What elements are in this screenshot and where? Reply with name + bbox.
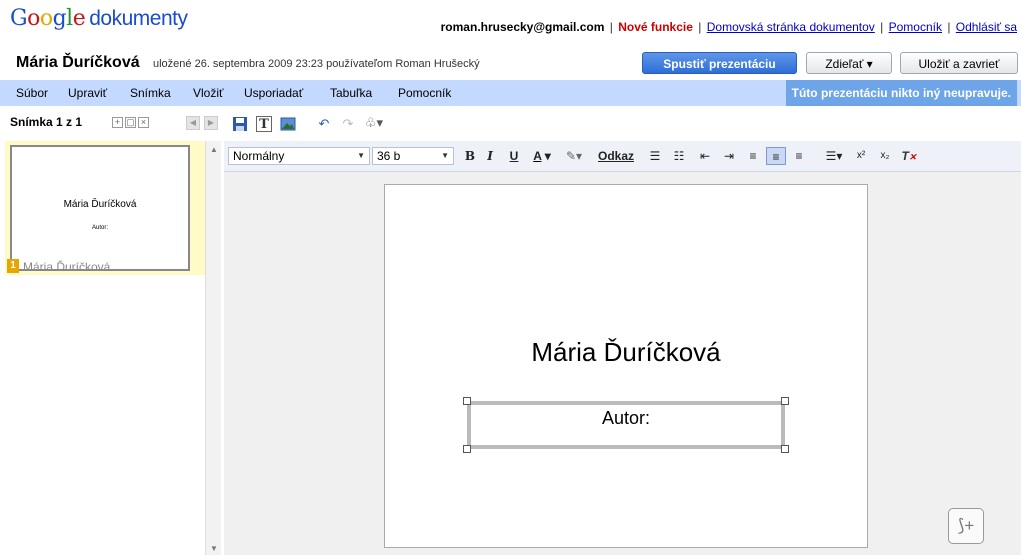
chevron-down-icon: ▼: [441, 151, 449, 160]
resize-handle-bottom-right[interactable]: [781, 445, 789, 453]
menu-insert[interactable]: Vložiť: [193, 86, 224, 100]
top-bar: Google dokumenty roman.hrusecky@gmail.com…: [0, 0, 1021, 46]
text-box-icon[interactable]: T: [256, 116, 272, 132]
slide-number-badge: 1: [7, 259, 19, 273]
undo-icon[interactable]: ↶: [316, 116, 332, 132]
slide-label: Mária Ďuríčková: [23, 260, 111, 274]
duplicate-slide-icon[interactable]: ▢: [125, 117, 136, 128]
move-slide-left-icon[interactable]: ◀: [186, 116, 200, 130]
menu-bar: Súbor Upraviť Snímka Vložiť Usporiadať T…: [0, 80, 1021, 106]
docs-home-link[interactable]: Domovská stránka dokumentov: [707, 20, 875, 34]
menu-table[interactable]: Tabuľka: [330, 86, 372, 100]
paragraph-style-select[interactable]: Normálny ▼: [228, 147, 370, 165]
sign-out-link[interactable]: Odhlásiť sa: [956, 20, 1017, 34]
menu-arrange[interactable]: Usporiadať: [244, 86, 303, 100]
new-features-link[interactable]: Nové funkcie: [618, 20, 693, 34]
bold-button[interactable]: B: [462, 147, 478, 165]
superscript-icon[interactable]: x²: [852, 147, 870, 165]
align-right-icon[interactable]: ≡: [790, 147, 808, 165]
logo-product-name: dokumenty: [89, 7, 188, 30]
menu-slide[interactable]: Snímka: [130, 86, 171, 100]
fill-icon[interactable]: ♧▾: [362, 115, 386, 131]
resize-handle-top-right[interactable]: [781, 397, 789, 405]
thumbnail-title: Mária Ďuríčková: [63, 199, 137, 210]
menu-help[interactable]: Pomocník: [398, 86, 451, 100]
slide-canvas[interactable]: Mária Ďuríčková Autor:: [384, 184, 868, 548]
image-icon[interactable]: [280, 116, 296, 132]
subscript-icon[interactable]: x₂: [876, 147, 894, 165]
clear-formatting-icon[interactable]: T✕: [900, 147, 918, 165]
resize-handle-top-left[interactable]: [463, 397, 471, 405]
user-email: roman.hrusecky@gmail.com: [440, 20, 605, 34]
google-docs-logo[interactable]: Google dokumenty: [10, 6, 188, 31]
add-speaker-note-icon[interactable]: ⟆+: [948, 508, 984, 544]
resize-handle-bottom-left[interactable]: [463, 445, 471, 453]
save-icon[interactable]: [232, 116, 248, 132]
menu-file[interactable]: Súbor: [16, 86, 48, 100]
save-and-close-button[interactable]: Uložiť a zavrieť: [900, 52, 1018, 74]
highlight-icon[interactable]: ✎▾: [560, 147, 588, 165]
redo-icon[interactable]: ↷: [340, 116, 356, 132]
subtitle-text[interactable]: Autor:: [471, 408, 781, 429]
slide-thumbnail[interactable]: Mária Ďuríčková Autor:: [10, 145, 190, 271]
collaborators-status: Túto prezentáciu nikto iný neupravuje.: [785, 80, 1017, 106]
delete-slide-icon[interactable]: ×: [138, 117, 149, 128]
slide-title-text[interactable]: Mária Ďuríčková: [385, 337, 867, 368]
increase-indent-icon[interactable]: ⇥: [720, 147, 738, 165]
font-size-select[interactable]: 36 b ▼: [372, 147, 454, 165]
help-link[interactable]: Pomocník: [889, 20, 942, 34]
scroll-up-icon[interactable]: ▲: [210, 145, 218, 154]
save-status: uložené 26. septembra 2009 23:23 používa…: [153, 58, 480, 70]
share-button[interactable]: Zdieľať ▾: [806, 52, 892, 74]
text-color-icon[interactable]: A ▾: [528, 147, 556, 165]
link-button[interactable]: Odkaz: [594, 147, 638, 165]
start-presentation-button[interactable]: Spustiť prezentáciu: [642, 52, 797, 74]
numbered-list-icon[interactable]: ☰: [646, 147, 664, 165]
format-toolbar: Normálny ▼ 36 b ▼ B I U A ▾ ✎▾ Odkaz ☰ ☷ ⇤…: [224, 141, 1021, 172]
italic-button[interactable]: I: [482, 147, 498, 165]
add-slide-icon[interactable]: +: [112, 117, 123, 128]
menu-edit[interactable]: Upraviť: [68, 86, 107, 100]
document-title[interactable]: Mária Ďuríčková: [16, 54, 140, 72]
chevron-down-icon: ▼: [357, 151, 365, 160]
subtitle-text-box[interactable]: Autor:: [467, 401, 785, 449]
align-left-icon[interactable]: ≡: [744, 147, 762, 165]
decrease-indent-icon[interactable]: ⇤: [696, 147, 714, 165]
move-slide-right-icon[interactable]: ▶: [204, 116, 218, 130]
underline-button[interactable]: U: [506, 147, 522, 165]
thumbnail-subtitle: Autor:: [91, 225, 108, 231]
vertical-align-icon[interactable]: ☰▾: [820, 147, 848, 165]
align-center-icon[interactable]: ≡: [766, 147, 786, 165]
slide-counter: Snímka 1 z 1: [10, 115, 83, 129]
slide-list-scrollbar[interactable]: ▲ ▼: [205, 141, 221, 555]
account-links: roman.hrusecky@gmail.com | Nové funkcie …: [440, 20, 1017, 34]
bullet-list-icon[interactable]: ☷: [670, 147, 688, 165]
scroll-down-icon[interactable]: ▼: [210, 544, 218, 553]
slide-list: Mária Ďuríčková Autor: 1 Mária Ďuríčková: [5, 141, 205, 275]
